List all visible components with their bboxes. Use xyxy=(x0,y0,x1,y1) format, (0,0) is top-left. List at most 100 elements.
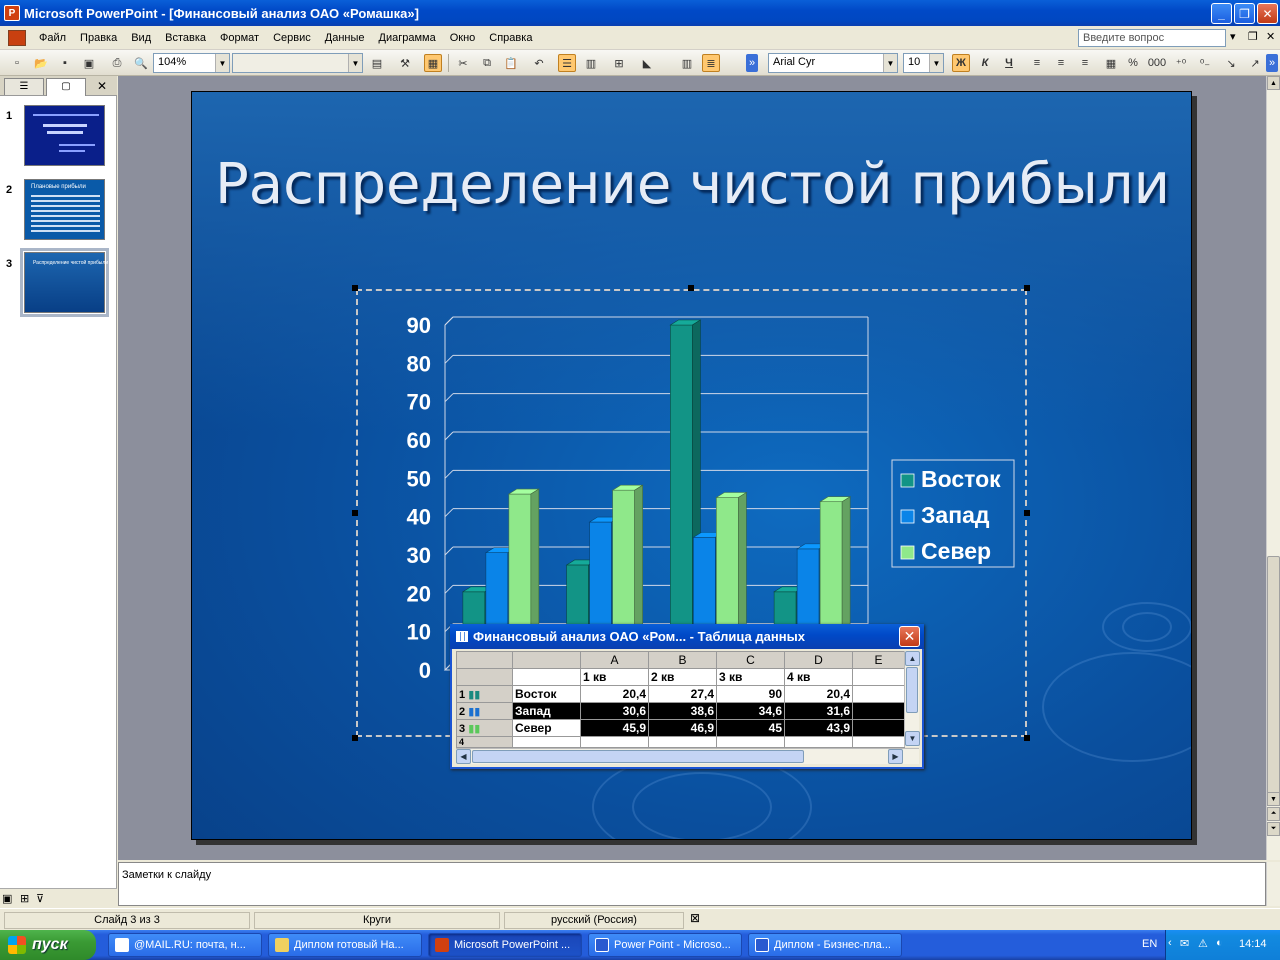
data-cell[interactable] xyxy=(852,668,905,686)
minimize-button[interactable]: _ xyxy=(1211,3,1232,24)
start-button[interactable]: пуск xyxy=(0,930,96,960)
data-table-icon[interactable]: ⊞ xyxy=(610,54,628,72)
taskbar-button[interactable]: Power Point - Microso... xyxy=(588,933,742,957)
column-header[interactable]: E xyxy=(852,651,905,669)
currency-style-icon[interactable]: ▦ xyxy=(1102,54,1120,72)
taskbar-button[interactable]: Microsoft PowerPoint ... xyxy=(428,933,582,957)
restore-button[interactable]: ❐ xyxy=(1234,3,1255,24)
chevron-down-icon[interactable]: ▼ xyxy=(883,54,897,72)
permission-icon[interactable]: ▣ xyxy=(80,54,98,72)
data-cell[interactable]: 38,6 xyxy=(648,702,717,720)
menu-edit[interactable]: Правка xyxy=(73,32,124,44)
chart-type-icon[interactable]: ◣ xyxy=(638,54,656,72)
scrollbar-thumb[interactable] xyxy=(1267,556,1280,796)
zoom-select[interactable]: 104% ▼ xyxy=(153,53,230,73)
taskbar-button[interactable]: Диплом - Бизнес-пла... xyxy=(748,933,902,957)
taskbar-button[interactable]: @MAIL.RU: почта, н... xyxy=(108,933,262,957)
column-header[interactable]: C xyxy=(716,651,785,669)
data-cell[interactable]: 90 xyxy=(716,685,785,703)
powerpoint-app-icon[interactable]: P xyxy=(4,5,20,21)
angle-text-up-icon[interactable]: ↗ xyxy=(1246,54,1264,72)
next-slide-icon[interactable]: ⏷ xyxy=(1267,822,1280,836)
datasheet-hscrollbar[interactable]: ◀ ▶ xyxy=(456,748,919,764)
menu-help[interactable]: Справка xyxy=(482,32,539,44)
spelling-status-icon[interactable]: ⊠ xyxy=(690,911,700,925)
doc-minimize-button[interactable]: ▾ xyxy=(1230,30,1236,43)
data-cell[interactable]: 31,6 xyxy=(784,702,853,720)
menu-view[interactable]: Вид xyxy=(124,32,158,44)
slide-title[interactable]: Распределение чистой прибыли xyxy=(192,152,1191,217)
percent-style-button[interactable]: % xyxy=(1124,54,1142,72)
language-indicator[interactable]: EN xyxy=(1142,938,1157,950)
italic-button[interactable]: К xyxy=(976,54,994,72)
paste-icon[interactable]: 📋 xyxy=(502,54,520,72)
datasheet-window[interactable]: Финансовый анализ ОАО «Ром... - Таблица … xyxy=(450,624,924,769)
chevron-down-icon[interactable]: ▼ xyxy=(929,54,943,72)
menu-chart[interactable]: Диаграмма xyxy=(372,32,443,44)
decrease-decimal-icon[interactable]: ⁰₋ xyxy=(1196,54,1214,72)
scroll-down-icon[interactable]: ▼ xyxy=(905,731,920,746)
scroll-left-icon[interactable]: ◀ xyxy=(456,749,471,764)
tab-slides[interactable]: ▢ xyxy=(46,78,86,96)
data-cell[interactable]: 45,9 xyxy=(580,719,649,737)
scrollbar-thumb[interactable] xyxy=(906,667,918,713)
tray-app-icon[interactable]: ✉ xyxy=(1180,937,1189,950)
category-axis-gridlines-icon[interactable]: ▥ xyxy=(678,54,696,72)
data-cell[interactable]: 20,4 xyxy=(580,685,649,703)
print-preview-icon[interactable]: 🔍 xyxy=(132,54,150,72)
new-icon[interactable]: ▫ xyxy=(8,54,26,72)
datasheet-close-button[interactable]: ✕ xyxy=(899,626,920,647)
open-icon[interactable]: 📂 xyxy=(32,54,50,72)
doc-close-button[interactable]: ✕ xyxy=(1266,30,1275,43)
save-icon[interactable]: ▪ xyxy=(56,54,74,72)
cut-icon[interactable]: ✂ xyxy=(454,54,472,72)
scroll-up-icon[interactable]: ▲ xyxy=(1267,76,1280,90)
angle-text-down-icon[interactable]: ↘ xyxy=(1222,54,1240,72)
row-header[interactable]: 2 ▮▮ xyxy=(456,702,513,720)
format-object-icon[interactable]: ▤ xyxy=(368,54,386,72)
datasheet-vscrollbar[interactable]: ▲ ▼ xyxy=(904,651,920,747)
row-header[interactable]: 4 xyxy=(456,736,513,748)
chevron-down-icon[interactable]: ▼ xyxy=(215,54,229,72)
data-cell[interactable] xyxy=(648,736,717,748)
data-cell[interactable] xyxy=(784,736,853,748)
menu-tools[interactable]: Сервис xyxy=(266,32,318,44)
scroll-up-icon[interactable]: ▲ xyxy=(905,651,920,666)
data-cell[interactable]: 34,6 xyxy=(716,702,785,720)
row-header[interactable]: 3 ▮▮ xyxy=(456,719,513,737)
series-label-cell[interactable]: Запад xyxy=(512,702,581,720)
data-cell[interactable]: 20,4 xyxy=(784,685,853,703)
slide-sorter-view-icon[interactable]: ⊞ xyxy=(20,892,29,905)
by-row-icon[interactable]: ☰ xyxy=(558,54,576,72)
notes-pane[interactable]: Заметки к слайду xyxy=(118,862,1266,906)
category-cell[interactable]: 4 кв xyxy=(784,668,853,686)
clock[interactable]: 14:14 xyxy=(1239,938,1267,950)
chart-objects-select[interactable]: ▼ xyxy=(232,53,363,73)
scrollbar-thumb[interactable] xyxy=(472,750,804,763)
row-header[interactable]: 1 ▮▮ xyxy=(456,685,513,703)
slide-show-view-icon[interactable]: ⊽ xyxy=(36,892,44,905)
increase-decimal-icon[interactable]: ⁺⁰ xyxy=(1172,54,1190,72)
category-cell[interactable]: 3 кв xyxy=(716,668,785,686)
column-header[interactable]: A xyxy=(580,651,649,669)
corner-cell[interactable] xyxy=(456,651,513,669)
category-cell[interactable]: 2 кв xyxy=(648,668,717,686)
copy-icon[interactable]: ⧉ xyxy=(478,54,496,72)
show-hidden-icons-icon[interactable]: ‹ xyxy=(1168,937,1172,949)
menu-window[interactable]: Окно xyxy=(443,32,483,44)
slide-thumbnail-1[interactable] xyxy=(24,105,105,166)
bar-0-2[interactable] xyxy=(670,324,693,671)
slide-thumbnail-3[interactable]: Распределение чистой прибыли xyxy=(20,248,109,317)
import-file-icon[interactable]: ⚒ xyxy=(396,54,414,72)
bold-button[interactable]: Ж xyxy=(952,54,970,72)
volume-icon[interactable]: ◐ xyxy=(1216,937,1223,949)
column-header[interactable] xyxy=(512,651,581,669)
by-column-icon[interactable]: ▥ xyxy=(582,54,600,72)
data-cell[interactable]: 27,4 xyxy=(648,685,717,703)
chevron-down-icon[interactable]: ▼ xyxy=(348,54,362,72)
previous-slide-icon[interactable]: ⏶ xyxy=(1267,807,1280,821)
notes-scrollbar[interactable] xyxy=(1266,862,1280,906)
font-name-select[interactable]: Arial Cyr ▼ xyxy=(768,53,898,73)
data-cell[interactable] xyxy=(852,685,905,703)
data-cell[interactable]: 45 xyxy=(716,719,785,737)
